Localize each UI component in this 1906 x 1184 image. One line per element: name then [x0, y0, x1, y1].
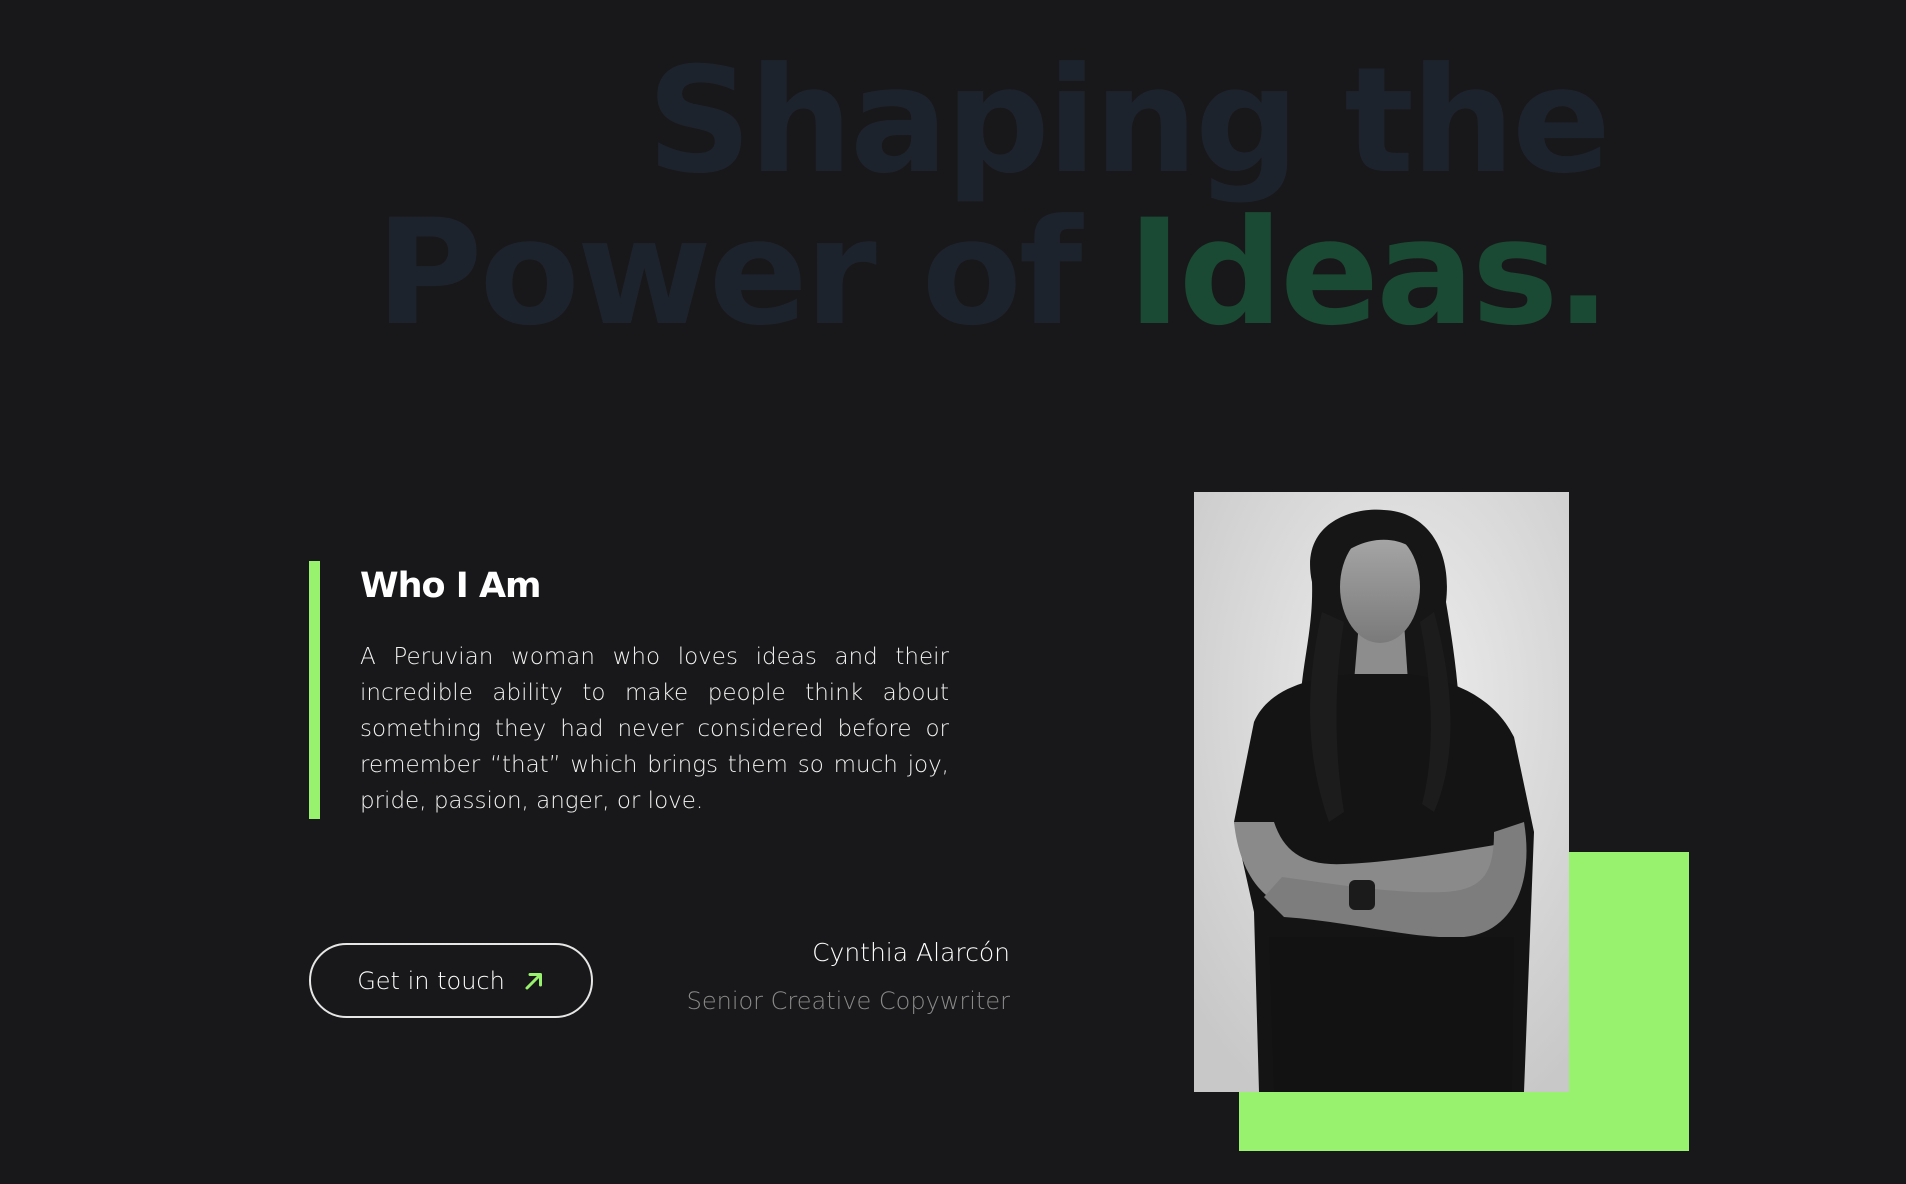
portrait-photo	[1194, 492, 1569, 1092]
hero-headline-line-1: Shaping the	[646, 36, 1611, 206]
about-text: A Peruvian woman who loves ideas and the…	[360, 644, 949, 814]
about-section: Who I Am A Peruvian woman who loves idea…	[309, 561, 950, 819]
get-in-touch-button[interactable]: Get in touch	[309, 943, 593, 1018]
get-in-touch-label: Get in touch	[357, 966, 505, 995]
page: Shaping the Power of Ideas. Who I Am A P…	[0, 0, 1906, 1184]
hero-headline-accent: Ideas.	[1127, 188, 1611, 358]
person-role: Senior Creative Copywriter	[686, 987, 1010, 1015]
arrow-up-right-icon	[523, 970, 545, 992]
about-title: Who I Am	[360, 566, 542, 606]
hero-headline-line-2: Power of Ideas.	[376, 200, 1611, 346]
person-name: Cynthia Alarcón	[812, 938, 1010, 967]
hero-headline-prefix: Power of	[375, 188, 1128, 358]
